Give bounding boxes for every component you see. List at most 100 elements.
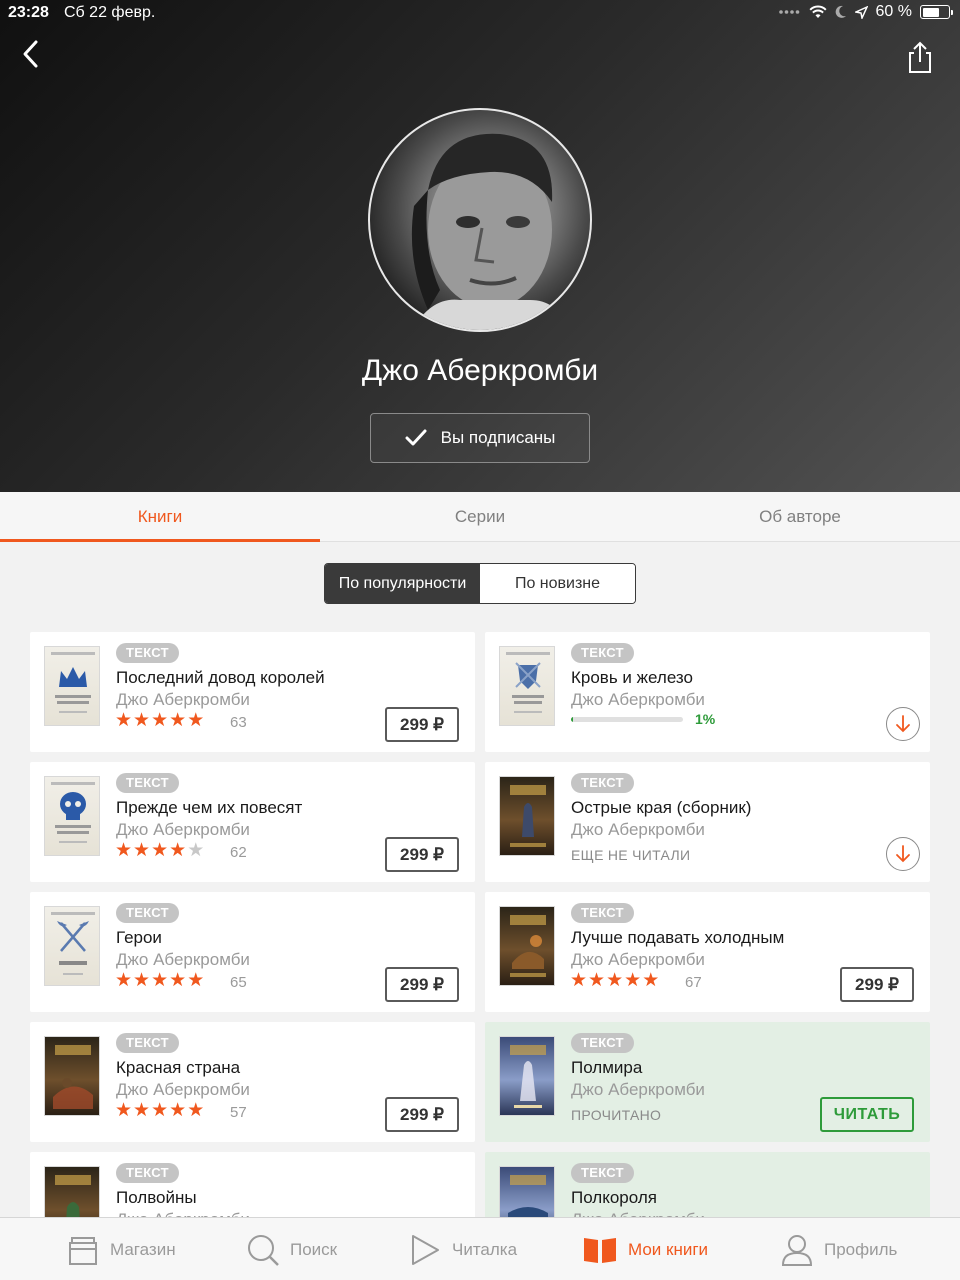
sort-by-popularity[interactable]: По популярности bbox=[325, 564, 480, 603]
back-button[interactable] bbox=[14, 36, 50, 72]
star-filled-icon: ★ bbox=[151, 1100, 170, 1121]
download-button[interactable] bbox=[886, 837, 920, 871]
buy-price-button[interactable]: 299 ₽ bbox=[840, 967, 914, 1002]
buy-price-button[interactable]: 299 ₽ bbox=[385, 837, 459, 872]
signal-dots-icon bbox=[778, 9, 801, 15]
format-badge: ТЕКСТ bbox=[116, 1033, 179, 1053]
reading-status: ПРОЧИТАНО bbox=[571, 1107, 662, 1123]
buy-price-button[interactable]: 299 ₽ bbox=[385, 707, 459, 742]
download-button[interactable] bbox=[886, 707, 920, 741]
nav-my-books-label: Мои книги bbox=[628, 1239, 709, 1259]
star-filled-icon: ★ bbox=[133, 970, 152, 991]
book-card[interactable]: ТЕКСТ Кровь и железо Джо Аберкромби 1% bbox=[485, 632, 930, 752]
rating-stars: ★★★★★ bbox=[570, 971, 660, 991]
book-card[interactable]: ТЕКСТ Последний довод королей Джо Аберкр… bbox=[30, 632, 475, 752]
book-card[interactable]: ТЕКСТ Красная страна Джо Аберкромби ★★★★… bbox=[30, 1022, 475, 1142]
subscribe-button[interactable]: Вы подписаны bbox=[370, 413, 590, 463]
book-title: Герои bbox=[116, 928, 162, 947]
book-card[interactable]: ТЕКСТ Герои Джо Аберкромби ★★★★★ 65 299 … bbox=[30, 892, 475, 1012]
status-date: Сб 22 февр. bbox=[64, 4, 156, 21]
book-cover bbox=[499, 646, 555, 726]
subscribe-label: Вы подписаны bbox=[440, 428, 556, 447]
book-cover bbox=[44, 646, 100, 726]
buy-price-button[interactable]: 299 ₽ bbox=[385, 1097, 459, 1132]
nav-reader[interactable]: Читалка bbox=[408, 1218, 517, 1280]
rating-stars: ★★★★★ bbox=[115, 1101, 205, 1121]
star-filled-icon: ★ bbox=[606, 970, 625, 991]
book-title: Последний довод королей bbox=[116, 668, 325, 687]
format-badge: ТЕКСТ bbox=[116, 1163, 179, 1183]
rating-stars: ★★★★★ bbox=[115, 711, 205, 731]
location-arrow-icon bbox=[854, 5, 868, 19]
skull-cover-icon bbox=[51, 782, 95, 843]
star-filled-icon: ★ bbox=[115, 840, 134, 861]
buy-price-button[interactable]: 299 ₽ bbox=[385, 967, 459, 1002]
tab-about-author[interactable]: Об авторе bbox=[640, 492, 960, 542]
book-author: Джо Аберкромби bbox=[571, 950, 705, 969]
nav-store[interactable]: Магазин bbox=[66, 1218, 176, 1280]
book-card[interactable]: ТЕКСТ Острые края (сборник) Джо Аберкром… bbox=[485, 762, 930, 882]
author-portrait-icon bbox=[411, 133, 569, 330]
nav-my-books[interactable]: Мои книги bbox=[582, 1218, 708, 1280]
format-badge: ТЕКСТ bbox=[571, 773, 634, 793]
tab-series[interactable]: Серии bbox=[320, 492, 640, 542]
rating-count: 63 bbox=[230, 714, 247, 731]
nav-store-label: Магазин bbox=[110, 1239, 176, 1259]
format-badge: ТЕКСТ bbox=[571, 903, 634, 923]
reading-progress-bar bbox=[571, 717, 683, 722]
book-title: Лучше подавать холодным bbox=[571, 928, 785, 947]
sort-by-newest[interactable]: По новизне bbox=[480, 564, 635, 603]
reading-status: ЕЩЕ НЕ ЧИТАЛИ bbox=[571, 847, 691, 863]
star-filled-icon: ★ bbox=[151, 840, 170, 861]
nav-search[interactable]: Поиск bbox=[246, 1218, 337, 1280]
rating-count: 62 bbox=[230, 844, 247, 861]
book-card[interactable]: ТЕКСТ Прежде чем их повесят Джо Аберкром… bbox=[30, 762, 475, 882]
format-badge: ТЕКСТ bbox=[571, 643, 634, 663]
rating-count: 57 bbox=[230, 1104, 247, 1121]
star-empty-icon: ★ bbox=[187, 840, 206, 861]
book-title: Красная страна bbox=[116, 1058, 241, 1077]
star-filled-icon: ★ bbox=[624, 970, 643, 991]
star-filled-icon: ★ bbox=[151, 970, 170, 991]
warrior-cover-icon bbox=[510, 785, 546, 847]
book-cover bbox=[44, 776, 100, 856]
format-badge: ТЕКСТ bbox=[116, 643, 179, 663]
book-author: Джо Аберкромби bbox=[571, 1080, 705, 1099]
star-filled-icon: ★ bbox=[588, 970, 607, 991]
star-filled-icon: ★ bbox=[187, 970, 206, 991]
crown-cover-icon bbox=[51, 652, 95, 713]
play-icon bbox=[412, 1234, 439, 1265]
share-button[interactable] bbox=[904, 40, 936, 74]
book-title: Полкороля bbox=[571, 1188, 657, 1207]
chevron-left-icon bbox=[23, 40, 38, 68]
star-filled-icon: ★ bbox=[115, 1100, 134, 1121]
star-filled-icon: ★ bbox=[133, 1100, 152, 1121]
read-button[interactable]: ЧИТАТЬ bbox=[820, 1097, 914, 1132]
book-card[interactable]: ТЕКСТ Полмира Джо Аберкромби ПРОЧИТАНО Ч… bbox=[485, 1022, 930, 1142]
author-tabs: Книги Серии Об авторе bbox=[0, 492, 960, 542]
book-author: Джо Аберкромби bbox=[116, 690, 250, 709]
star-filled-icon: ★ bbox=[169, 1100, 188, 1121]
reading-progress-percent: 1% bbox=[695, 711, 716, 727]
rating-stars: ★★★★★ bbox=[115, 971, 205, 991]
rating-stars: ★★★★★ bbox=[115, 841, 205, 861]
book-cover bbox=[499, 776, 555, 856]
book-card[interactable]: ТЕКСТ Лучше подавать холодным Джо Аберкр… bbox=[485, 892, 930, 1012]
shield-cover-icon bbox=[506, 652, 550, 713]
download-arrow-icon bbox=[896, 845, 910, 863]
wagon-cover-icon bbox=[53, 1045, 93, 1109]
tab-books[interactable]: Книги bbox=[0, 492, 320, 542]
star-filled-icon: ★ bbox=[169, 840, 188, 861]
book-cover bbox=[44, 1036, 100, 1116]
book-author: Джо Аберкромби bbox=[571, 820, 705, 839]
profile-icon bbox=[781, 1234, 813, 1266]
moon-icon bbox=[835, 5, 847, 19]
book-cover bbox=[499, 906, 555, 986]
star-filled-icon: ★ bbox=[187, 710, 206, 731]
nav-profile[interactable]: Профиль bbox=[780, 1218, 897, 1280]
author-header: 23:28 Сб 22 февр. 60 % Джо Аберкромби Вы… bbox=[0, 0, 960, 492]
author-name: Джо Аберкромби bbox=[361, 354, 599, 387]
book-author: Джо Аберкромби bbox=[116, 1080, 250, 1099]
nav-search-label: Поиск bbox=[290, 1239, 338, 1259]
author-avatar bbox=[368, 108, 592, 332]
